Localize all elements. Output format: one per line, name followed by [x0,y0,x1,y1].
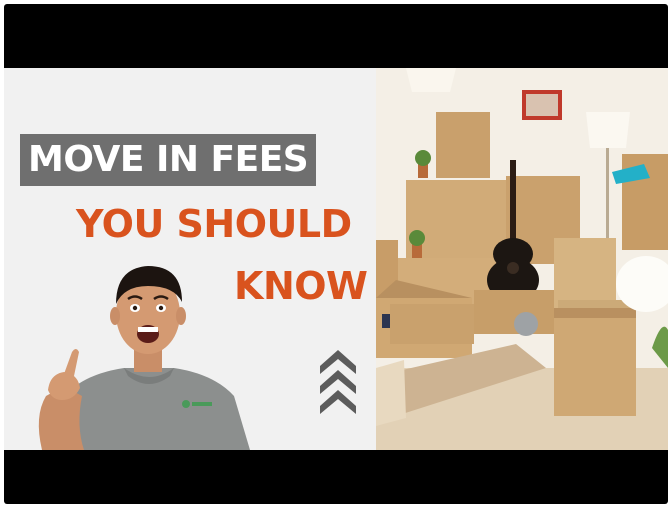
moving-boxes-photo [376,68,668,450]
triple-chevron-up-icon [320,350,356,414]
thumbnail-left-panel: MOVE IN FEES YOU SHOULD KNOW [4,68,376,450]
headline-move-in-fees: MOVE IN FEES [20,134,317,186]
video-thumbnail-frame[interactable]: MOVE IN FEES YOU SHOULD KNOW [4,4,668,504]
headline-you-should: YOU SHOULD [76,202,352,246]
presenter-photo [38,266,250,450]
video-thumbnail[interactable]: MOVE IN FEES YOU SHOULD KNOW [4,68,668,450]
moving-boxes-scene [376,68,668,450]
